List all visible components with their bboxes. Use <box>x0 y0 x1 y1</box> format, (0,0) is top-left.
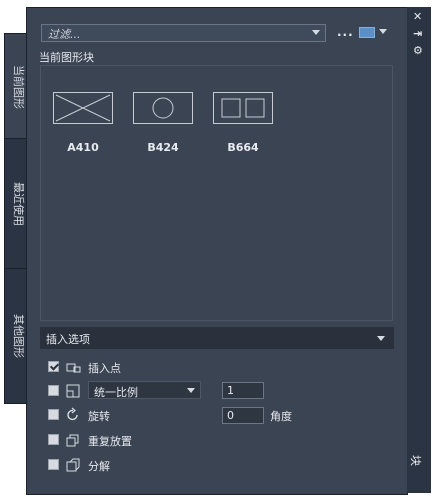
rect-with-x-icon <box>53 92 113 124</box>
rotation-input[interactable]: 0 <box>222 407 264 424</box>
option-scale <box>48 382 81 400</box>
auto-hide-icon[interactable]: ⇥ <box>413 27 422 40</box>
rotation-label: 旋转 <box>88 410 110 423</box>
scale-mode-value: 统一比例 <box>94 386 138 399</box>
explode-checkbox[interactable] <box>48 459 59 470</box>
option-insertion-point: 插入点 <box>48 358 248 376</box>
main-panel: 过滤... ... 当前图形块 A410 B424 B664 插入选项 插入点 … <box>26 7 408 495</box>
option-rotation: 旋转 <box>48 406 168 424</box>
filter-placeholder: 过滤... <box>48 28 81 41</box>
thumbnail-view-icon[interactable] <box>359 27 375 38</box>
blocks-palette: 当前图形 最近使用 其他图形 过滤... ... 当前图形块 A410 B424… <box>0 0 438 497</box>
insertion-point-label: 插入点 <box>88 362 121 375</box>
section-title: 当前图形块 <box>39 51 94 64</box>
chevron-down-icon[interactable] <box>379 29 387 34</box>
explode-label: 分解 <box>88 460 110 473</box>
blocks-gallery: A410 B424 B664 <box>40 65 393 321</box>
rotation-unit: 角度 <box>270 410 292 423</box>
gear-icon[interactable]: ⚙ <box>413 44 423 57</box>
repeat-checkbox[interactable] <box>48 434 59 445</box>
repeat-label: 重复放置 <box>88 435 132 448</box>
more-options-button[interactable]: ... <box>337 25 354 39</box>
filter-input[interactable]: 过滤... <box>41 24 326 42</box>
repeat-placement-icon <box>65 432 81 448</box>
block-item[interactable]: A410 <box>53 92 113 154</box>
block-item[interactable]: B424 <box>133 92 193 154</box>
insert-options-title: 插入选项 <box>46 333 90 346</box>
rect-with-circle-icon <box>133 92 193 124</box>
scale-input[interactable]: 1 <box>222 382 264 399</box>
block-item[interactable]: B664 <box>213 92 273 154</box>
block-name: B424 <box>147 141 179 154</box>
tab-label: 最近使用 <box>11 182 25 226</box>
insertion-point-checkbox[interactable] <box>48 361 59 372</box>
option-explode: 分解 <box>48 456 198 474</box>
tab-label: 其他图形 <box>11 314 25 358</box>
chevron-down-icon <box>187 388 195 393</box>
close-icon[interactable]: ✕ <box>413 10 422 23</box>
rotation-checkbox[interactable] <box>48 409 59 420</box>
rect-with-two-squares-icon <box>213 92 273 124</box>
option-repeat: 重复放置 <box>48 431 198 449</box>
insert-options-header[interactable]: 插入选项 <box>40 327 394 349</box>
explode-icon <box>65 457 81 473</box>
chevron-down-icon[interactable] <box>312 30 320 35</box>
tab-label: 当前图形 <box>11 64 25 109</box>
insertion-point-icon <box>65 359 81 375</box>
block-name: B664 <box>227 141 259 154</box>
scale-icon <box>65 383 81 399</box>
block-name: A410 <box>67 141 99 154</box>
scale-checkbox[interactable] <box>48 385 59 396</box>
chevron-down-icon[interactable] <box>377 336 385 341</box>
scale-mode-dropdown[interactable]: 统一比例 <box>88 381 201 399</box>
rotate-icon <box>65 407 81 423</box>
palette-titlebar[interactable]: ✕ ⇥ ⚙ 块 <box>407 7 431 493</box>
palette-title: 块 <box>409 455 422 466</box>
